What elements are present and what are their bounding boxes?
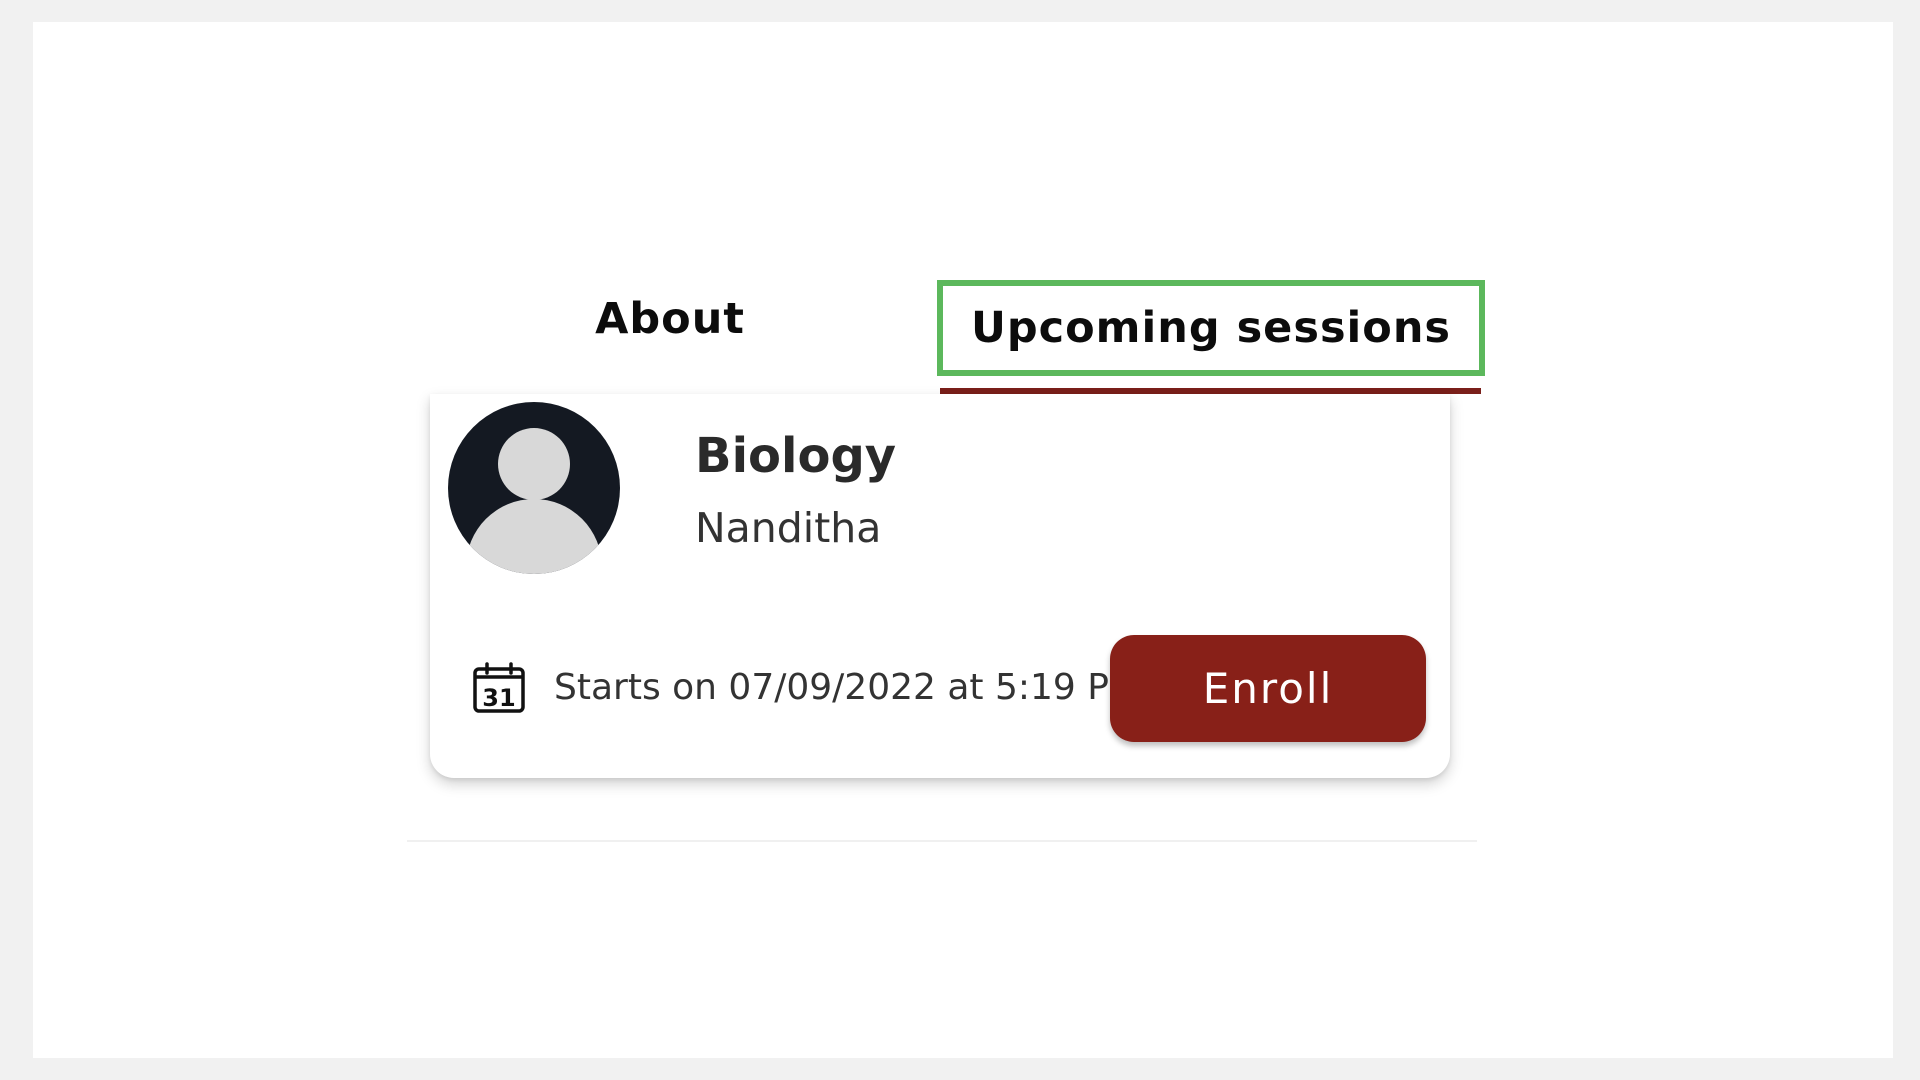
calendar-day: 31 — [482, 684, 515, 712]
session-start-time: Starts on 07/09/2022 at 5:19 PM — [554, 667, 1141, 708]
user-silhouette-icon — [448, 402, 620, 574]
instructor-name: Nanditha — [695, 504, 882, 552]
enroll-button[interactable]: Enroll — [1110, 635, 1426, 742]
tab-about[interactable]: About — [570, 298, 770, 341]
session-card: Biology Nanditha 31 Starts on 07/09/2022… — [430, 394, 1450, 778]
tab-upcoming-sessions[interactable]: Upcoming sessions — [937, 280, 1485, 376]
tab-upcoming-sessions-label: Upcoming sessions — [970, 302, 1452, 353]
calendar-icon: 31 — [473, 662, 525, 713]
course-title: Biology — [695, 428, 897, 484]
